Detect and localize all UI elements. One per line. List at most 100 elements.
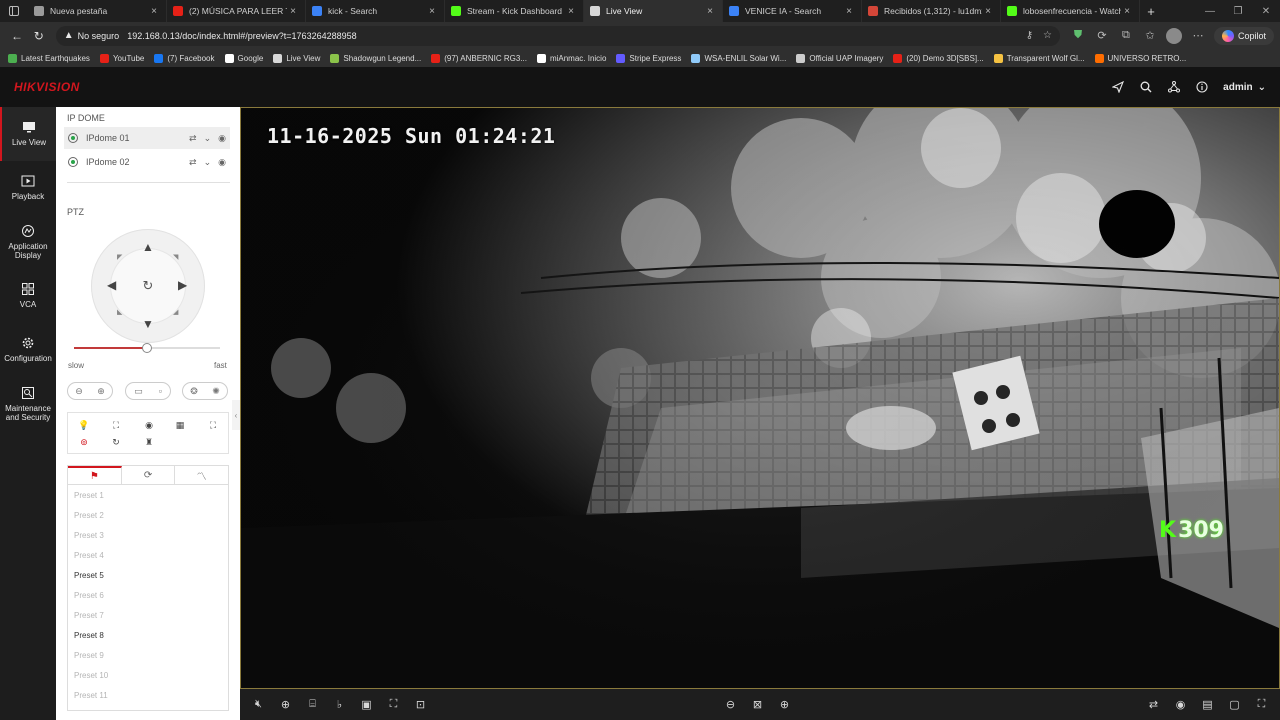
browser-tab[interactable]: Nueva pestaña ×	[28, 0, 167, 22]
record-icon[interactable]: ▣	[360, 698, 373, 711]
camera-list-item[interactable]: IPdome 01 ⇄ ⌄ ◉	[64, 127, 230, 149]
preset-item[interactable]: Preset 3	[68, 525, 228, 545]
fullscreen-icon[interactable]: ⛶	[1255, 698, 1268, 711]
snapshot-icon[interactable]: ⌸	[306, 698, 319, 711]
region-exposure-icon[interactable]: ⊚	[78, 436, 90, 448]
nav-item[interactable]: Playback	[0, 161, 56, 215]
bookmark-item[interactable]: Shadowgun Legend...	[330, 53, 421, 63]
send-icon[interactable]	[1111, 80, 1125, 94]
preset-item[interactable]: Preset 11	[68, 685, 228, 705]
bookmark-item[interactable]: UNIVERSO RETRO...	[1094, 53, 1186, 63]
grid-icon[interactable]: ▦	[174, 419, 186, 431]
ptz-speed-slider[interactable]	[74, 343, 220, 353]
collapse-panel-handle[interactable]: ‹	[232, 400, 240, 430]
zoom-in-icon[interactable]: ⊕	[97, 386, 105, 397]
bookmark-item[interactable]: Latest Earthquakes	[8, 53, 90, 63]
browser-tab[interactable]: Recibidos (1,312) - lu1dmx ×	[862, 0, 1001, 22]
bookmark-item[interactable]: Official UAP Imagery	[796, 53, 883, 63]
tab-close-icon[interactable]: ×	[426, 6, 438, 17]
patrol-icon[interactable]: ⟳	[122, 466, 176, 484]
bookmark-item[interactable]: Stripe Express	[616, 53, 681, 63]
region-capture-icon[interactable]: ⛶	[387, 698, 400, 711]
minimize-icon[interactable]: —	[1196, 0, 1224, 22]
stop-all-icon[interactable]: ⊠	[751, 698, 764, 711]
browser-tab[interactable]: lobosenfrecuencia - Watch ×	[1001, 0, 1140, 22]
ptz-auto-scan-icon[interactable]: ↻	[140, 278, 156, 294]
live-video-view[interactable]: 11-16-2025 Sun 01:24:21 K 309	[240, 107, 1280, 689]
previous-icon[interactable]: ⊖	[724, 698, 737, 711]
bookmark-item[interactable]: WSA-ENLIL Solar Wi...	[691, 53, 786, 63]
preset-item[interactable]: Preset 1	[68, 485, 228, 505]
collections-icon[interactable]: ⧉	[1118, 28, 1134, 44]
window-menu-icon[interactable]	[0, 0, 28, 22]
browser-tab[interactable]: Stream - Kick Dashboard ×	[445, 0, 584, 22]
target-icon[interactable]: ◉	[1174, 698, 1187, 711]
tab-close-icon[interactable]: ×	[843, 6, 855, 17]
browser-tab[interactable]: Live View ×	[584, 0, 723, 22]
url-field[interactable]: ▲ No seguro 192.168.0.13/doc/index.html#…	[55, 25, 1060, 46]
shield-extension-icon[interactable]: ⛊	[1070, 28, 1086, 44]
profile-avatar[interactable]	[1165, 27, 1182, 44]
preset-flag-icon[interactable]: ⚑	[68, 466, 122, 484]
bookmark-item[interactable]: Live View	[273, 53, 320, 63]
preset-item[interactable]: Preset 5	[68, 565, 228, 585]
new-tab-button[interactable]: +	[1140, 0, 1162, 22]
favorite-star-icon[interactable]: ☆	[1043, 30, 1052, 41]
search-icon[interactable]	[1139, 80, 1153, 94]
copilot-button[interactable]: Copilot	[1213, 26, 1274, 45]
audio-mute-icon[interactable]: 🔇︎	[252, 698, 265, 711]
light-icon[interactable]: 💡	[78, 419, 90, 431]
preset-item[interactable]: Preset 9	[68, 645, 228, 665]
nav-item[interactable]: Application Display	[0, 215, 56, 269]
browser-tab[interactable]: VENICE IA - Search ×	[723, 0, 862, 22]
not-secure-warning-icon[interactable]: ▲	[64, 30, 74, 41]
browser-tab[interactable]: kick - Search ×	[306, 0, 445, 22]
iris-close-icon[interactable]: ✺	[212, 386, 220, 397]
record-toggle-icon[interactable]: ◉	[218, 157, 226, 168]
window-ratio-icon[interactable]: ▤	[1201, 698, 1214, 711]
nav-item[interactable]: VCA	[0, 269, 56, 323]
tab-close-icon[interactable]: ×	[704, 6, 716, 17]
info-icon[interactable]	[1195, 80, 1209, 94]
bookmark-item[interactable]: miAnmac. Inicio	[536, 53, 606, 63]
focus-far-icon[interactable]: ▫	[159, 386, 162, 396]
preset-item[interactable]: Preset 6	[68, 585, 228, 605]
iris-open-icon[interactable]: ❂	[190, 386, 198, 397]
tab-close-icon[interactable]: ×	[982, 6, 994, 17]
speed-knob[interactable]	[142, 343, 152, 353]
ptz-down-arrow-icon[interactable]: ▼	[142, 318, 154, 330]
bookmark-item[interactable]: YouTube	[99, 53, 144, 63]
park-action-icon[interactable]: ♜	[143, 436, 155, 448]
chevron-down-icon[interactable]: ⌄	[204, 133, 212, 144]
stream-type-icon[interactable]: ⇄	[1147, 698, 1160, 711]
nav-item[interactable]: Live View	[0, 107, 56, 161]
user-menu[interactable]: admin ⌄	[1223, 82, 1266, 93]
nav-item[interactable]: Configuration	[0, 323, 56, 377]
ptz-down-right-arrow-icon[interactable]: ◢	[173, 309, 178, 316]
url-text[interactable]: 192.168.0.13/doc/index.html#/preview?t=1…	[127, 31, 1016, 41]
preset-item[interactable]: Preset 7	[68, 605, 228, 625]
camera-list-item[interactable]: IPdome 02 ⇄ ⌄ ◉	[64, 151, 230, 173]
bookmark-item[interactable]: (7) Facebook	[154, 53, 215, 63]
one-touch-focus-icon[interactable]: ⛶	[207, 419, 219, 431]
tab-close-icon[interactable]: ×	[1121, 6, 1133, 17]
wiper-icon[interactable]: ◉	[143, 419, 155, 431]
bookmark-item[interactable]: Google	[224, 53, 263, 63]
tab-close-icon[interactable]: ×	[565, 6, 577, 17]
ptz-left-arrow-icon[interactable]: ◀	[107, 279, 116, 291]
ptz-down-left-arrow-icon[interactable]: ◣	[117, 309, 122, 316]
zoom-out-icon[interactable]: ⊖	[75, 386, 83, 397]
chevron-down-icon[interactable]: ⌄	[204, 157, 212, 168]
back-button[interactable]: ←	[6, 25, 28, 47]
ptz-right-arrow-icon[interactable]: ▶	[178, 279, 187, 291]
restore-icon[interactable]: ❐	[1224, 0, 1252, 22]
microphone-icon[interactable]: ♭	[333, 698, 346, 711]
focus-near-icon[interactable]: ▭	[134, 386, 143, 397]
ptz-up-left-arrow-icon[interactable]: ◤	[117, 254, 122, 261]
stream-switch-icon[interactable]: ⇄	[189, 133, 197, 144]
ptz-up-right-arrow-icon[interactable]: ◥	[173, 254, 178, 261]
network-icon[interactable]	[1167, 80, 1181, 94]
preset-item[interactable]: Preset 8	[68, 625, 228, 645]
close-window-icon[interactable]: ✕	[1252, 0, 1280, 22]
preset-item[interactable]: Preset 4	[68, 545, 228, 565]
